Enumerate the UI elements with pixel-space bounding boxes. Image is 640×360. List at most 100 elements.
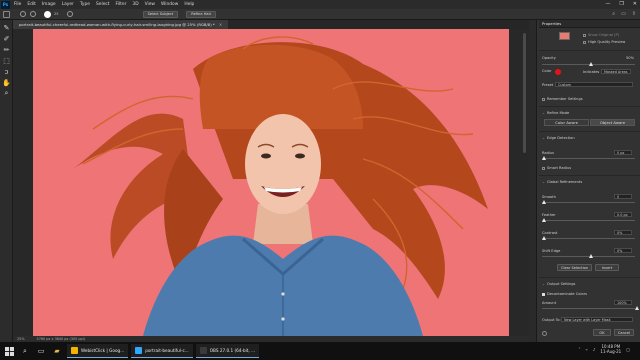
output-settings-section[interactable]: ⌄ Output Settings (542, 282, 575, 286)
global-refinements-section[interactable]: ⌄ Global Refinements (542, 180, 582, 184)
search-icon[interactable]: ⌕ (18, 344, 32, 358)
amount-knob[interactable] (635, 306, 639, 310)
color-aware-button[interactable]: Color Aware (544, 119, 589, 126)
share-icon[interactable]: ⇪ (632, 11, 636, 17)
quick-selection-tool-icon[interactable]: ✎ (2, 23, 11, 32)
remember-row[interactable]: Remember Settings (542, 97, 637, 101)
opacity-value[interactable]: 50% (626, 56, 634, 60)
contrast-value[interactable]: 0% (614, 230, 632, 235)
volume-icon[interactable]: ♪ (593, 347, 596, 352)
preset-select[interactable]: Custom (555, 82, 633, 87)
decontaminate-checkbox[interactable] (542, 292, 545, 296)
menu-layer[interactable]: Layer (62, 2, 74, 7)
opacity-slider[interactable] (542, 62, 635, 66)
refine-hair-button[interactable]: Refine Hair (186, 10, 217, 18)
radius-value[interactable]: 0 px (614, 150, 632, 155)
opacity-knob[interactable] (588, 62, 593, 66)
menu-window[interactable]: Window (161, 2, 178, 7)
clock-date: 11-Aug-21 (600, 349, 622, 354)
angle-icon[interactable] (66, 11, 73, 17)
workspace-settings-icon[interactable] (542, 331, 547, 336)
show-original-row[interactable]: Show Original (P) (583, 33, 637, 37)
select-subject-button[interactable]: Select Subject (142, 10, 179, 18)
windows-start-icon[interactable] (2, 344, 16, 358)
brush-tool-icon[interactable]: ✏ (2, 45, 11, 54)
invert-button[interactable]: Invert (595, 264, 619, 271)
close-button[interactable]: ✕ (633, 1, 637, 7)
edge-detection-section[interactable]: ⌄ Edge Detection (542, 136, 575, 140)
hand-tool-icon[interactable]: ✋ (2, 78, 11, 87)
shift-edge-value[interactable]: 0% (614, 248, 632, 253)
overlay-color-swatch[interactable] (555, 69, 561, 75)
file-explorer-icon[interactable]: ▰ (50, 344, 64, 358)
contrast-slider[interactable] (542, 236, 635, 240)
brush-size-preview-icon[interactable] (44, 10, 51, 18)
feather-knob[interactable] (542, 218, 546, 222)
subtract-mode-icon[interactable] (30, 11, 36, 17)
brush-size-value[interactable]: 25 (54, 12, 59, 16)
document-tab[interactable]: portrait-beautiful-cheerful-redhead-woma… (13, 20, 229, 29)
taskbar-chrome[interactable]: WebistClick | Goog... (67, 344, 129, 358)
ok-button[interactable]: OK (593, 329, 611, 336)
amount-value[interactable]: 100% (614, 300, 632, 305)
chevron-up-icon[interactable]: ˄ (578, 347, 580, 352)
smart-radius-row[interactable]: Smart Radius (542, 166, 637, 170)
close-tab-icon[interactable]: × (219, 22, 222, 27)
remember-checkbox[interactable] (542, 97, 545, 101)
radius-knob[interactable] (542, 156, 546, 160)
smooth-knob[interactable] (542, 200, 546, 204)
shift-edge-slider[interactable] (542, 254, 635, 258)
search-icon[interactable]: ⌕ (612, 11, 615, 17)
panel-dock-strip (529, 20, 537, 342)
menu-3d[interactable]: 3D (132, 2, 138, 7)
high-quality-row[interactable]: High Quality Preview (583, 40, 637, 44)
view-mode-thumbnail[interactable] (559, 32, 570, 40)
zoom-level[interactable]: 25% (17, 337, 25, 341)
cancel-button[interactable]: Cancel (614, 329, 634, 336)
menu-filter[interactable]: Filter (116, 2, 127, 7)
output-to-select[interactable]: New Layer with Layer Mask (561, 317, 633, 322)
contrast-knob[interactable] (542, 236, 546, 240)
notifications-icon[interactable]: ▢ (626, 347, 630, 352)
image-canvas[interactable] (33, 29, 509, 336)
indicates-select[interactable]: Masked Areas (601, 69, 631, 74)
clear-selection-button[interactable]: Clear Selection (557, 264, 592, 271)
vertical-scrollbar[interactable] (523, 33, 526, 153)
menu-image[interactable]: Image (42, 2, 56, 7)
menu-select[interactable]: Select (96, 2, 110, 7)
high-quality-checkbox[interactable] (583, 40, 586, 44)
radius-slider[interactable] (542, 156, 635, 160)
add-mode-icon[interactable] (20, 11, 26, 17)
menu-file[interactable]: File (14, 2, 21, 7)
feather-label: Feather (542, 213, 556, 217)
shift-edge-knob[interactable] (588, 254, 593, 258)
refine-mode-section[interactable]: ⌄ Refine Mode (542, 111, 569, 115)
menu-view[interactable]: View (145, 2, 155, 7)
feather-value[interactable]: 0.0 px (614, 212, 632, 217)
clock[interactable]: 10:48 PM 11-Aug-21 (600, 344, 621, 354)
amount-slider[interactable] (542, 306, 639, 310)
taskbar-obs[interactable]: OBS 27.0.1 (64-bit, ... (195, 344, 260, 358)
network-icon[interactable]: ⌁ (585, 347, 587, 352)
smart-radius-checkbox[interactable] (542, 166, 545, 170)
object-selection-tool-icon[interactable]: ⬚ (2, 56, 11, 65)
smooth-slider[interactable] (542, 200, 635, 204)
menu-type[interactable]: Type (80, 2, 90, 7)
brush-tool-preset-icon[interactable] (3, 10, 10, 18)
workspace-icon[interactable]: ▭ (621, 11, 626, 17)
zoom-tool-icon[interactable]: ⌕ (2, 89, 11, 98)
smooth-value[interactable]: 0 (614, 194, 632, 199)
lasso-tool-icon[interactable]: ↄ (2, 67, 11, 76)
minimize-button[interactable]: — (605, 1, 610, 7)
restore-button[interactable]: ❐ (619, 1, 623, 7)
taskbar-photoshop[interactable]: portrait-beautiful-c... (131, 344, 193, 358)
document-info[interactable]: 5760 px x 3840 px (300 ppi) (37, 337, 85, 341)
object-aware-button[interactable]: Object Aware (590, 119, 635, 126)
decontaminate-row[interactable]: Decontaminate Colors (542, 292, 637, 296)
refine-edge-brush-icon[interactable]: ✐ (2, 34, 11, 43)
menu-edit[interactable]: Edit (27, 2, 36, 7)
menu-help[interactable]: Help (184, 2, 194, 7)
task-view-icon[interactable]: ▭ (34, 344, 48, 358)
show-original-checkbox[interactable] (583, 33, 586, 37)
feather-slider[interactable] (542, 218, 635, 222)
